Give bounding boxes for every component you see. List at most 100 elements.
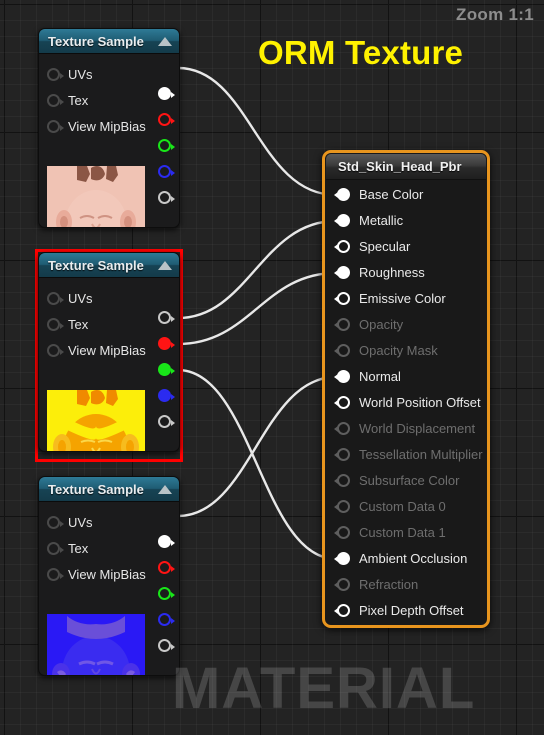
pin-specular-icon[interactable] xyxy=(334,239,350,253)
material-input-world-position-offset[interactable]: World Position Offset xyxy=(325,389,487,415)
node-body-orm: UVs Tex View MipBias xyxy=(39,278,179,451)
normal-map-thumbnail xyxy=(47,614,145,675)
input-label: View MipBias xyxy=(68,343,146,358)
pin-world-displacement-icon xyxy=(334,421,350,435)
material-input-metallic[interactable]: Metallic xyxy=(325,207,487,233)
material-input-label: World Position Offset xyxy=(359,394,481,410)
pin-out-g[interactable] xyxy=(158,587,175,600)
node-material-output[interactable]: Std_Skin_Head_Pbr Base Color Metallic Sp… xyxy=(322,150,490,628)
material-input-label: Opacity Mask xyxy=(359,342,438,358)
pin-view-mipbias-icon[interactable] xyxy=(47,120,64,133)
material-input-label: Pixel Depth Offset xyxy=(359,602,464,618)
zoom-level-indicator: Zoom 1:1 xyxy=(456,5,534,24)
node-body-normal: UVs Tex View MipBias xyxy=(39,502,179,675)
pin-subsurface-color-icon xyxy=(334,473,350,487)
pin-world-position-offset-icon[interactable] xyxy=(334,395,350,409)
material-input-roughness[interactable]: Roughness xyxy=(325,259,487,285)
pin-opacity-mask-icon xyxy=(334,343,350,357)
input-label: Tex xyxy=(68,317,89,332)
material-graph-canvas[interactable]: Texture Sample UVs Tex View MipBias Text… xyxy=(0,0,544,735)
wire-normal-to-normal xyxy=(176,375,338,518)
pin-uvs-icon[interactable] xyxy=(47,292,64,305)
material-input-normal[interactable]: Normal xyxy=(325,363,487,389)
material-input-ambient-occlusion[interactable]: Ambient Occlusion xyxy=(325,545,487,571)
collapse-arrow-icon[interactable] xyxy=(158,36,172,46)
node-texture-sample-normal[interactable]: Texture Sample UVs Tex View MipBias xyxy=(38,476,180,676)
pin-uvs-icon[interactable] xyxy=(47,68,64,81)
pin-out-rgb[interactable] xyxy=(158,535,175,548)
node-body-basecolor: UVs Tex View MipBias xyxy=(39,54,179,227)
skin-head-diffuse-thumbnail xyxy=(47,166,145,227)
pin-tex-icon[interactable] xyxy=(47,94,64,107)
material-input-label: Opacity xyxy=(359,316,404,332)
pin-custom-data-0-icon xyxy=(334,499,350,513)
input-uvs[interactable]: UVs xyxy=(47,291,93,306)
material-input-label: World Displacement xyxy=(359,420,476,436)
pin-emissive-color-icon[interactable] xyxy=(334,291,350,305)
material-watermark: MATERIAL xyxy=(172,656,476,721)
pin-ambient-occlusion-icon[interactable] xyxy=(334,551,350,565)
node-title: Texture Sample xyxy=(48,481,144,497)
node-texture-sample-orm[interactable]: Texture Sample UVs Tex View MipBias xyxy=(38,252,180,452)
input-label: UVs xyxy=(68,291,93,306)
pin-out-r[interactable] xyxy=(158,337,175,350)
node-header-basecolor[interactable]: Texture Sample xyxy=(39,29,179,54)
pin-tex-icon[interactable] xyxy=(47,318,64,331)
pin-out-g[interactable] xyxy=(158,363,175,376)
pin-out-rgb[interactable] xyxy=(158,311,175,324)
pin-out-a[interactable] xyxy=(158,191,175,204)
material-input-label: Custom Data 1 xyxy=(359,524,446,540)
material-input-base-color[interactable]: Base Color xyxy=(325,181,487,207)
wire-orm-r-to-metallic xyxy=(176,219,338,320)
input-view-mipbias[interactable]: View MipBias xyxy=(47,343,146,358)
input-view-mipbias[interactable]: View MipBias xyxy=(47,119,146,134)
pin-out-a[interactable] xyxy=(158,639,175,652)
pin-view-mipbias-icon[interactable] xyxy=(47,344,64,357)
pin-out-a[interactable] xyxy=(158,415,175,428)
input-tex[interactable]: Tex xyxy=(47,93,88,108)
pin-out-b[interactable] xyxy=(158,613,175,626)
material-input-label: Specular xyxy=(359,238,411,254)
node-texture-sample-basecolor[interactable]: Texture Sample UVs Tex View MipBias xyxy=(38,28,180,228)
material-input-pixel-depth-offset[interactable]: Pixel Depth Offset xyxy=(325,597,487,623)
pin-out-b[interactable] xyxy=(158,389,175,402)
material-input-emissive-color[interactable]: Emissive Color xyxy=(325,285,487,311)
pin-out-r[interactable] xyxy=(158,113,175,126)
material-node-header[interactable]: Std_Skin_Head_Pbr xyxy=(326,154,486,180)
pin-refraction-icon xyxy=(334,577,350,591)
wire-basecolor-to-base-color xyxy=(176,66,338,197)
pin-view-mipbias-icon[interactable] xyxy=(47,568,64,581)
material-input-list: Base Color Metallic Specular Roughness E… xyxy=(325,181,487,623)
material-input-label: Normal xyxy=(359,368,401,384)
input-uvs[interactable]: UVs xyxy=(47,515,93,530)
collapse-arrow-icon[interactable] xyxy=(158,260,172,270)
pin-out-r[interactable] xyxy=(158,561,175,574)
material-input-specular[interactable]: Specular xyxy=(325,233,487,259)
node-header-normal[interactable]: Texture Sample xyxy=(39,477,179,502)
orm-packed-thumbnail xyxy=(47,390,145,451)
material-input-label: Ambient Occlusion xyxy=(359,550,468,566)
pin-out-g[interactable] xyxy=(158,139,175,152)
pin-out-b[interactable] xyxy=(158,165,175,178)
node-header-orm[interactable]: Texture Sample xyxy=(39,253,179,278)
input-uvs[interactable]: UVs xyxy=(47,67,93,82)
pin-metallic-icon[interactable] xyxy=(334,213,350,227)
pin-base-color-icon[interactable] xyxy=(334,187,350,201)
pin-tessellation-multiplier-icon xyxy=(334,447,350,461)
pin-normal-icon[interactable] xyxy=(334,369,350,383)
pin-out-rgb[interactable] xyxy=(158,87,175,100)
material-input-label: Tessellation Multiplier xyxy=(359,446,483,462)
collapse-arrow-icon[interactable] xyxy=(158,484,172,494)
material-input-refraction: Refraction xyxy=(325,571,487,597)
input-tex[interactable]: Tex xyxy=(47,541,88,556)
pin-uvs-icon[interactable] xyxy=(47,516,64,529)
input-view-mipbias[interactable]: View MipBias xyxy=(47,567,146,582)
material-input-world-displacement: World Displacement xyxy=(325,415,487,441)
pin-pixel-depth-offset-icon[interactable] xyxy=(334,603,350,617)
pin-tex-icon[interactable] xyxy=(47,542,64,555)
material-input-label: Emissive Color xyxy=(359,290,446,306)
pin-roughness-icon[interactable] xyxy=(334,265,350,279)
material-input-label: Roughness xyxy=(359,264,425,280)
input-label: UVs xyxy=(68,67,93,82)
input-tex[interactable]: Tex xyxy=(47,317,88,332)
